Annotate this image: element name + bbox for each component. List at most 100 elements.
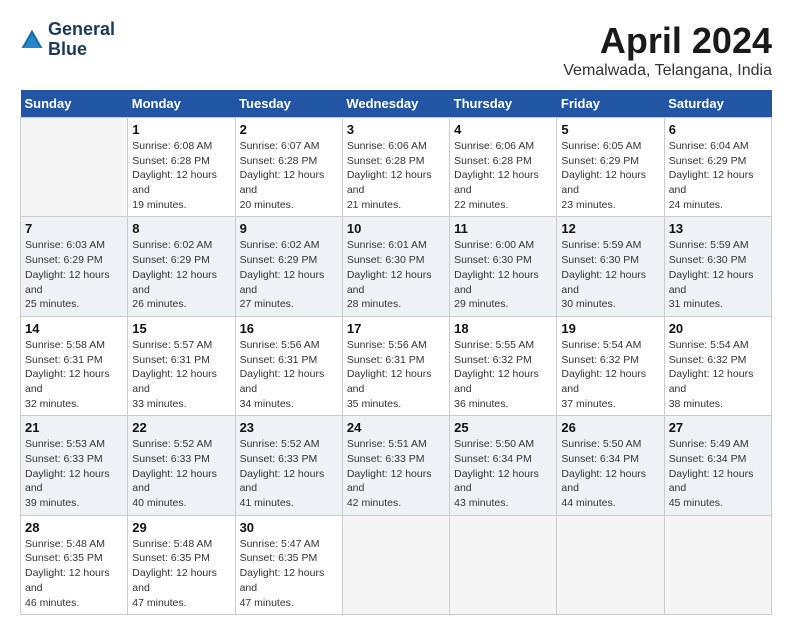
day-number: 6 (669, 122, 767, 137)
calendar-cell: 3 Sunrise: 6:06 AMSunset: 6:28 PMDaylight… (342, 118, 449, 217)
day-number: 23 (240, 420, 338, 435)
day-number: 11 (454, 221, 552, 236)
day-info: Sunrise: 5:58 AMSunset: 6:31 PMDaylight:… (25, 338, 123, 411)
title-section: April 2024 Vemalwada, Telangana, India (563, 20, 772, 80)
day-info: Sunrise: 5:51 AMSunset: 6:33 PMDaylight:… (347, 437, 445, 510)
calendar-cell (21, 118, 128, 217)
day-number: 15 (132, 321, 230, 336)
logo-text: General Blue (48, 20, 115, 60)
day-number: 22 (132, 420, 230, 435)
day-info: Sunrise: 6:08 AMSunset: 6:28 PMDaylight:… (132, 139, 230, 212)
calendar-cell: 23 Sunrise: 5:52 AMSunset: 6:33 PMDayligh… (235, 416, 342, 515)
day-info: Sunrise: 5:54 AMSunset: 6:32 PMDaylight:… (561, 338, 659, 411)
calendar-cell: 24Sunrise: 5:51 AMSunset: 6:33 PMDayligh… (342, 416, 449, 515)
day-info: Sunrise: 5:54 AMSunset: 6:32 PMDaylight:… (669, 338, 767, 411)
calendar-cell (342, 515, 449, 614)
day-number: 7 (25, 221, 123, 236)
week-row-3: 21 Sunrise: 5:53 AMSunset: 6:33 PMDayligh… (21, 416, 772, 515)
day-info: Sunrise: 6:02 AMSunset: 6:29 PMDaylight:… (240, 238, 338, 311)
day-number: 10 (347, 221, 445, 236)
day-info: Sunrise: 6:06 AMSunset: 6:28 PMDaylight:… (454, 139, 552, 212)
day-number: 1 (132, 122, 230, 137)
calendar-cell: 16 Sunrise: 5:56 AMSunset: 6:31 PMDayligh… (235, 316, 342, 415)
day-info: Sunrise: 5:53 AMSunset: 6:33 PMDaylight:… (25, 437, 123, 510)
day-info: Sunrise: 6:04 AMSunset: 6:29 PMDaylight:… (669, 139, 767, 212)
header-saturday: Saturday (664, 90, 771, 118)
day-number: 30 (240, 520, 338, 535)
day-number: 21 (25, 420, 123, 435)
calendar-cell: 14Sunrise: 5:58 AMSunset: 6:31 PMDayligh… (21, 316, 128, 415)
day-number: 28 (25, 520, 123, 535)
day-info: Sunrise: 6:06 AMSunset: 6:28 PMDaylight:… (347, 139, 445, 212)
day-number: 2 (240, 122, 338, 137)
day-number: 29 (132, 520, 230, 535)
day-info: Sunrise: 6:05 AMSunset: 6:29 PMDaylight:… (561, 139, 659, 212)
logo-line2: Blue (48, 40, 115, 60)
calendar-cell (450, 515, 557, 614)
day-info: Sunrise: 6:03 AMSunset: 6:29 PMDaylight:… (25, 238, 123, 311)
header-friday: Friday (557, 90, 664, 118)
calendar-cell: 11Sunrise: 6:00 AMSunset: 6:30 PMDayligh… (450, 217, 557, 316)
day-info: Sunrise: 5:48 AMSunset: 6:35 PMDaylight:… (25, 537, 123, 610)
day-number: 3 (347, 122, 445, 137)
calendar-cell (664, 515, 771, 614)
day-info: Sunrise: 6:07 AMSunset: 6:28 PMDaylight:… (240, 139, 338, 212)
calendar-cell: 29 Sunrise: 5:48 AMSunset: 6:35 PMDayligh… (128, 515, 235, 614)
day-info: Sunrise: 5:49 AMSunset: 6:34 PMDaylight:… (669, 437, 767, 510)
week-row-0: 1 Sunrise: 6:08 AMSunset: 6:28 PMDaylight… (21, 118, 772, 217)
day-info: Sunrise: 6:01 AMSunset: 6:30 PMDaylight:… (347, 238, 445, 311)
day-info: Sunrise: 5:59 AMSunset: 6:30 PMDaylight:… (561, 238, 659, 311)
day-number: 19 (561, 321, 659, 336)
calendar-cell: 26 Sunrise: 5:50 AMSunset: 6:34 PMDayligh… (557, 416, 664, 515)
calendar-cell: 28 Sunrise: 5:48 AMSunset: 6:35 PMDayligh… (21, 515, 128, 614)
header-thursday: Thursday (450, 90, 557, 118)
calendar-cell: 20 Sunrise: 5:54 AMSunset: 6:32 PMDayligh… (664, 316, 771, 415)
calendar-cell: 12Sunrise: 5:59 AMSunset: 6:30 PMDayligh… (557, 217, 664, 316)
day-info: Sunrise: 5:52 AMSunset: 6:33 PMDaylight:… (240, 437, 338, 510)
calendar-cell: 9 Sunrise: 6:02 AMSunset: 6:29 PMDaylight… (235, 217, 342, 316)
header-wednesday: Wednesday (342, 90, 449, 118)
day-info: Sunrise: 5:48 AMSunset: 6:35 PMDaylight:… (132, 537, 230, 610)
day-number: 5 (561, 122, 659, 137)
day-number: 9 (240, 221, 338, 236)
day-info: Sunrise: 5:59 AMSunset: 6:30 PMDaylight:… (669, 238, 767, 311)
calendar-cell: 6 Sunrise: 6:04 AMSunset: 6:29 PMDaylight… (664, 118, 771, 217)
logo-icon (20, 28, 44, 52)
calendar-cell: 21 Sunrise: 5:53 AMSunset: 6:33 PMDayligh… (21, 416, 128, 515)
day-info: Sunrise: 5:56 AMSunset: 6:31 PMDaylight:… (347, 338, 445, 411)
day-number: 20 (669, 321, 767, 336)
day-info: Sunrise: 5:50 AMSunset: 6:34 PMDaylight:… (561, 437, 659, 510)
day-info: Sunrise: 5:56 AMSunset: 6:31 PMDaylight:… (240, 338, 338, 411)
calendar-header-row: SundayMondayTuesdayWednesdayThursdayFrid… (21, 90, 772, 118)
day-number: 13 (669, 221, 767, 236)
day-number: 17 (347, 321, 445, 336)
day-info: Sunrise: 6:02 AMSunset: 6:29 PMDaylight:… (132, 238, 230, 311)
week-row-2: 14Sunrise: 5:58 AMSunset: 6:31 PMDayligh… (21, 316, 772, 415)
day-number: 26 (561, 420, 659, 435)
calendar-cell: 10 Sunrise: 6:01 AMSunset: 6:30 PMDayligh… (342, 217, 449, 316)
day-info: Sunrise: 5:47 AMSunset: 6:35 PMDaylight:… (240, 537, 338, 610)
calendar-cell: 13 Sunrise: 5:59 AMSunset: 6:30 PMDayligh… (664, 217, 771, 316)
calendar-cell (557, 515, 664, 614)
calendar-cell: 8Sunrise: 6:02 AMSunset: 6:29 PMDaylight… (128, 217, 235, 316)
calendar-cell: 18Sunrise: 5:55 AMSunset: 6:32 PMDayligh… (450, 316, 557, 415)
calendar-cell: 25Sunrise: 5:50 AMSunset: 6:34 PMDayligh… (450, 416, 557, 515)
calendar-cell: 30 Sunrise: 5:47 AMSunset: 6:35 PMDayligh… (235, 515, 342, 614)
week-row-4: 28 Sunrise: 5:48 AMSunset: 6:35 PMDayligh… (21, 515, 772, 614)
header: General Blue April 2024 Vemalwada, Telan… (20, 20, 772, 80)
calendar-cell: 4 Sunrise: 6:06 AMSunset: 6:28 PMDaylight… (450, 118, 557, 217)
calendar-cell: 7 Sunrise: 6:03 AMSunset: 6:29 PMDaylight… (21, 217, 128, 316)
calendar-cell: 5 Sunrise: 6:05 AMSunset: 6:29 PMDaylight… (557, 118, 664, 217)
logo: General Blue (20, 20, 115, 60)
day-number: 18 (454, 321, 552, 336)
calendar-cell: 22 Sunrise: 5:52 AMSunset: 6:33 PMDayligh… (128, 416, 235, 515)
day-number: 4 (454, 122, 552, 137)
day-info: Sunrise: 5:57 AMSunset: 6:31 PMDaylight:… (132, 338, 230, 411)
day-info: Sunrise: 5:52 AMSunset: 6:33 PMDaylight:… (132, 437, 230, 510)
calendar-table: SundayMondayTuesdayWednesdayThursdayFrid… (20, 90, 772, 615)
day-number: 25 (454, 420, 552, 435)
header-monday: Monday (128, 90, 235, 118)
day-number: 16 (240, 321, 338, 336)
calendar-cell: 15 Sunrise: 5:57 AMSunset: 6:31 PMDayligh… (128, 316, 235, 415)
logo-line1: General (48, 20, 115, 40)
